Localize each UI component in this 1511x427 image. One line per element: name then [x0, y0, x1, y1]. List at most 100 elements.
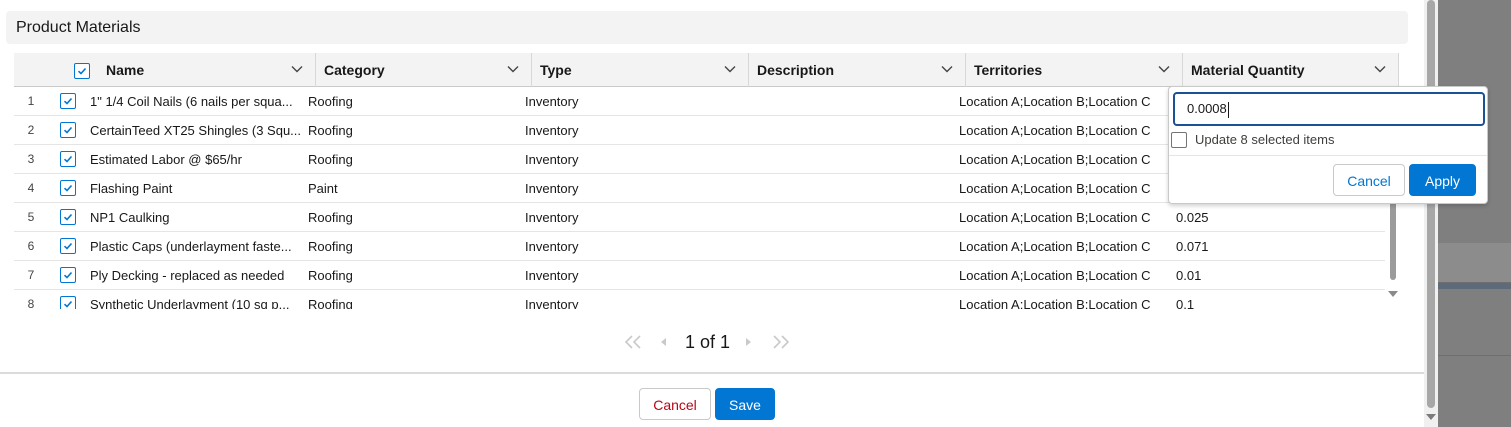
update-selected-checkbox[interactable]	[1171, 132, 1187, 148]
cell-territories[interactable]: Location A;Location B;Location C	[959, 203, 1169, 232]
cell-category[interactable]: Roofing	[308, 203, 518, 232]
cell-type[interactable]: Inventory	[525, 232, 735, 261]
cell-type[interactable]: Inventory	[525, 174, 735, 203]
column-header-type[interactable]: Type	[532, 53, 749, 87]
cell-category[interactable]: Roofing	[308, 145, 518, 174]
table-row[interactable]: 8 Synthetic Underlayment (10 sq p... Roofi…	[14, 290, 1385, 309]
cell-type[interactable]: Inventory	[525, 261, 735, 290]
column-label: Type	[540, 62, 572, 78]
row-select-checkbox[interactable]	[60, 122, 76, 138]
chevron-down-icon[interactable]	[724, 65, 736, 73]
cell-territories[interactable]: Location A;Location B;Location C	[959, 261, 1169, 290]
column-header-description[interactable]: Description	[749, 53, 966, 87]
cell-type[interactable]: Inventory	[525, 116, 735, 145]
previous-page-icon[interactable]	[658, 334, 670, 350]
row-select-checkbox[interactable]	[60, 93, 76, 109]
cell-name[interactable]: NP1 Caulking	[90, 203, 302, 232]
chevron-down-icon[interactable]	[1158, 65, 1170, 73]
popover-divider	[1169, 155, 1487, 156]
row-select-checkbox[interactable]	[60, 209, 76, 225]
cell-category[interactable]: Paint	[308, 174, 518, 203]
last-page-icon[interactable]	[770, 334, 792, 350]
row-number: 4	[27, 181, 35, 195]
row-select-checkbox[interactable]	[60, 238, 76, 254]
checkmark-icon	[63, 271, 73, 279]
cell-quantity[interactable]: 0.1	[1176, 290, 1381, 309]
column-header-name[interactable]: Name	[98, 53, 316, 87]
cell-type[interactable]: Inventory	[525, 203, 735, 232]
cell-category[interactable]: Roofing	[308, 232, 518, 261]
row-number: 7	[27, 268, 35, 282]
first-page-icon[interactable]	[622, 334, 644, 350]
next-page-icon[interactable]	[742, 334, 754, 350]
cell-name[interactable]: Estimated Labor @ $65/hr	[90, 145, 302, 174]
checkmark-icon	[63, 155, 73, 163]
text-cursor	[1227, 101, 1229, 118]
row-select-checkbox[interactable]	[60, 296, 76, 309]
column-label: Category	[324, 62, 385, 78]
row-number: 6	[27, 239, 35, 253]
row-select-checkbox[interactable]	[60, 267, 76, 283]
select-all-checkbox[interactable]	[74, 63, 90, 79]
cell-type[interactable]: Inventory	[525, 145, 735, 174]
cell-territories[interactable]: Location A;Location B;Location C	[959, 174, 1169, 203]
table-row[interactable]: 7 Ply Decking - replaced as needed Roofing…	[14, 261, 1385, 290]
row-number: 3	[27, 152, 35, 166]
cell-type[interactable]: Inventory	[525, 87, 735, 116]
cancel-button[interactable]: Cancel	[639, 388, 711, 420]
row-number: 2	[27, 123, 35, 137]
column-label: Name	[106, 62, 145, 78]
column-label: Description	[757, 62, 835, 78]
cell-territories[interactable]: Location A;Location B;Location C	[959, 116, 1169, 145]
cell-category[interactable]: Roofing	[308, 261, 518, 290]
column-label: Material Quantity	[1191, 62, 1305, 78]
page-scrollbar[interactable]	[1424, 0, 1438, 427]
cell-territories[interactable]: Location A;Location B;Location C	[959, 87, 1169, 116]
table-row[interactable]: 6 Plastic Caps (underlayment faste... Roof…	[14, 232, 1385, 261]
save-button[interactable]: Save	[715, 388, 775, 420]
cell-type[interactable]: Inventory	[525, 290, 735, 309]
backdrop-divider	[1438, 355, 1511, 356]
table-row[interactable]: 5 NP1 Caulking Roofing Inventory Location A;…	[14, 203, 1385, 232]
cell-quantity[interactable]: 0.071	[1176, 232, 1381, 261]
cell-name[interactable]: Synthetic Underlayment (10 sq p...	[90, 290, 302, 309]
column-header-territories[interactable]: Territories	[966, 53, 1183, 87]
cell-category[interactable]: Roofing	[308, 290, 518, 309]
cell-name[interactable]: 1" 1/4 Coil Nails (6 nails per squa...	[90, 87, 302, 116]
section-title: Product Materials	[6, 11, 1408, 44]
cell-name[interactable]: Plastic Caps (underlayment faste...	[90, 232, 302, 261]
row-select-checkbox[interactable]	[60, 180, 76, 196]
row-select-checkbox[interactable]	[60, 151, 76, 167]
page-indicator: 1 of 1	[685, 332, 731, 352]
cell-name[interactable]: Flashing Paint	[90, 174, 302, 203]
checkmark-icon	[63, 300, 73, 308]
cell-territories[interactable]: Location A;Location B;Location C	[959, 232, 1169, 261]
cell-territories[interactable]: Location A;Location B;Location C	[959, 145, 1169, 174]
edit-materials-modal: Product Materials Name Category Type Des…	[0, 0, 1424, 427]
cell-quantity[interactable]: 0.025	[1176, 203, 1381, 232]
checkmark-icon	[77, 67, 87, 75]
page-scroll-down-arrow-icon[interactable]	[1426, 414, 1436, 420]
chevron-down-icon[interactable]	[291, 65, 303, 73]
material-quantity-input[interactable]: 0.0008	[1173, 92, 1485, 126]
cell-name[interactable]: CertainTeed XT25 Shingles (3 Squ...	[90, 116, 302, 145]
pagination: 1 of 1	[620, 330, 820, 356]
cell-quantity[interactable]: 0.01	[1176, 261, 1381, 290]
modal-backdrop	[1438, 0, 1511, 427]
backdrop-bar	[1438, 283, 1511, 289]
cell-category[interactable]: Roofing	[308, 87, 518, 116]
column-header-material-quantity[interactable]: Material Quantity	[1183, 53, 1399, 87]
row-number: 1	[27, 94, 35, 108]
apply-button[interactable]: Apply	[1409, 164, 1476, 196]
column-header-category[interactable]: Category	[316, 53, 532, 87]
backdrop-panel	[1438, 243, 1511, 283]
chevron-down-icon[interactable]	[941, 65, 953, 73]
cell-territories[interactable]: Location A;Location B;Location C	[959, 290, 1169, 309]
page-scrollbar-thumb[interactable]	[1427, 0, 1435, 408]
cell-category[interactable]: Roofing	[308, 116, 518, 145]
chevron-down-icon[interactable]	[1374, 65, 1386, 73]
cell-name[interactable]: Ply Decking - replaced as needed	[90, 261, 302, 290]
popover-cancel-button[interactable]: Cancel	[1333, 164, 1405, 196]
chevron-down-icon[interactable]	[507, 65, 519, 73]
scroll-down-arrow-icon[interactable]	[1388, 291, 1398, 297]
